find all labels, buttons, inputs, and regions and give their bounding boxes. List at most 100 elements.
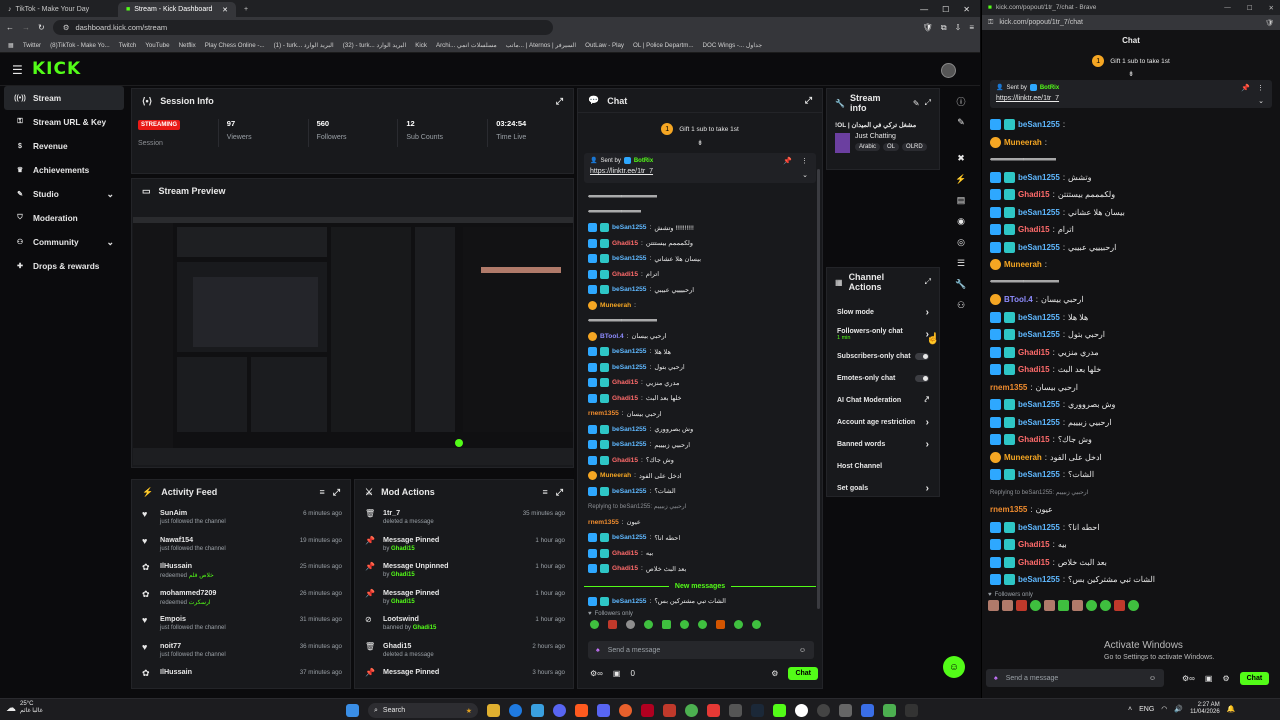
popout-icon[interactable]: ⤢ — [556, 96, 563, 107]
send-chat-button[interactable]: Chat — [1239, 672, 1270, 685]
minimize-icon[interactable]: — — [920, 5, 928, 14]
clipboard-icon[interactable]: ▤ — [953, 192, 969, 208]
emote-icon[interactable] — [662, 620, 671, 629]
gift-banner[interactable]: 1 Gift 1 sub to take 1st — [982, 55, 1280, 67]
chat-username[interactable]: beSan1255 — [612, 534, 646, 541]
chevron-down-icon[interactable]: ⌄ — [1258, 97, 1264, 105]
emote-icon[interactable] — [1072, 599, 1083, 611]
channel-action-banned-words[interactable]: Banned words › — [827, 433, 939, 455]
close-window-icon[interactable]: ✕ — [1269, 4, 1274, 12]
channel-action-emotes-only-chat[interactable]: Emotes-only chat — [827, 367, 939, 389]
app-icon[interactable] — [619, 704, 632, 717]
chat-username[interactable]: beSan1255 — [1018, 470, 1060, 479]
more-icon[interactable]: ⋮ — [801, 157, 808, 165]
channel-action-slow-mode[interactable]: Slow mode › — [827, 301, 939, 323]
more-icon[interactable]: ⋮ — [1257, 84, 1264, 92]
tag[interactable]: OLRD — [902, 143, 927, 151]
discord-2-icon[interactable] — [597, 704, 610, 717]
activity-username[interactable]: IlHussain — [160, 561, 214, 570]
emote-icon[interactable] — [1086, 599, 1097, 611]
sidebar-item-revenue[interactable]: $ Revenue — [0, 134, 128, 158]
app-10-icon[interactable] — [905, 704, 918, 717]
forward-icon[interactable]: → — [22, 23, 30, 32]
chat-username[interactable]: Ghadi15 — [612, 379, 638, 386]
hamburger-menu-icon[interactable]: ☰ — [12, 63, 23, 77]
chrome-icon[interactable] — [685, 704, 698, 717]
emote-icon[interactable] — [752, 620, 761, 629]
gift-box-icon[interactable]: ▣ — [1205, 674, 1213, 683]
bookmark-item[interactable]: DOC Wings -... جداول — [703, 42, 763, 49]
stream-preview-video[interactable] — [133, 217, 573, 465]
channel-action-set-goals[interactable]: Set goals › — [827, 477, 939, 499]
chat-username[interactable]: beSan1255 — [612, 426, 646, 433]
chat-username[interactable]: Ghadi15 — [1018, 365, 1050, 374]
chat-username[interactable]: rnem1355 — [990, 383, 1027, 392]
tag[interactable]: Arabic — [855, 143, 881, 151]
app-2-icon[interactable] — [641, 704, 654, 717]
app-8-icon[interactable] — [861, 704, 874, 717]
emote-icon[interactable] — [590, 620, 599, 629]
download-icon[interactable]: ⇩ — [955, 23, 962, 32]
popout-icon[interactable]: ⤢ — [925, 277, 931, 287]
emote-icon[interactable] — [716, 620, 725, 629]
steam-icon[interactable] — [751, 704, 764, 717]
collapse-icon[interactable]: ⇟ — [982, 70, 1280, 78]
chat-username[interactable]: beSan1255 — [612, 488, 646, 495]
maximize-icon[interactable]: ☐ — [1247, 4, 1253, 12]
menu-icon[interactable]: ≡ — [969, 23, 974, 32]
chat-username[interactable]: Muneerah — [600, 472, 631, 479]
chat-username[interactable]: Ghadi15 — [1018, 225, 1050, 234]
mod-action-title[interactable]: 1tr_7 — [383, 508, 434, 517]
edit-icon[interactable]: ✎ — [913, 99, 920, 108]
bookmark-item[interactable]: YouTube — [145, 42, 169, 49]
emote-icon[interactable] — [734, 620, 743, 629]
site-info-icon[interactable]: ⚙ — [63, 23, 70, 32]
bookmark-item[interactable]: Twitch — [119, 42, 137, 49]
chat-scrollbar[interactable] — [817, 169, 820, 609]
moderator-name[interactable]: Ghadi15 — [389, 599, 415, 605]
moderator-name[interactable]: Ghadi15 — [389, 572, 415, 578]
chat-username[interactable]: beSan1255 — [1018, 575, 1060, 584]
chat-username[interactable]: rnem1355 — [990, 505, 1027, 514]
notification-icon[interactable]: 🔔 — [1227, 705, 1236, 713]
mod-action-title[interactable]: Message Pinned — [383, 667, 439, 676]
bookmark-item[interactable]: Play Chess Online -... — [205, 42, 265, 49]
mod-action-title[interactable]: Lootswind — [383, 614, 436, 623]
chat-username[interactable]: Muneerah — [1004, 453, 1042, 462]
taskbar-search[interactable]: ⌕ Search ★ — [368, 703, 478, 718]
sidebar-item-drops-rewards[interactable]: ✚ Drops & rewards — [0, 254, 128, 278]
sidebar-item-moderation[interactable]: ⛉ Moderation — [0, 206, 128, 230]
popout-icon[interactable]: ⤢ — [333, 487, 340, 498]
chat-username[interactable]: beSan1255 — [1018, 243, 1060, 252]
mod-action-title[interactable]: Message Pinned — [383, 588, 439, 597]
sidebar-item-community[interactable]: ⚇ Community ⌄ — [0, 230, 128, 254]
volume-icon[interactable]: 🔊 — [1174, 705, 1183, 713]
chat-username[interactable]: Ghadi15 — [612, 271, 638, 278]
activity-username[interactable]: Empois — [160, 614, 226, 623]
chat-username[interactable]: Ghadi15 — [1018, 190, 1050, 199]
sidebar-item-stream-url-key[interactable]: ⚿ Stream URL & Key — [0, 110, 128, 134]
file-explorer-icon[interactable] — [487, 704, 500, 717]
settings-icon[interactable]: ⚙∞ — [1182, 674, 1195, 683]
emote-icon[interactable] — [626, 620, 635, 629]
weather-widget[interactable]: ☁ 25°C غالبا غائم — [6, 701, 43, 715]
avatar[interactable] — [941, 63, 956, 78]
tag[interactable]: OL — [883, 143, 900, 151]
emote-icon[interactable] — [1002, 599, 1013, 611]
toggle-switch[interactable] — [915, 352, 929, 360]
chat-username[interactable]: rnem1355 — [588, 519, 619, 526]
channel-action-account-age-restriction[interactable]: Account age restriction › — [827, 411, 939, 433]
mod-action-title[interactable]: Message Unpinned — [383, 561, 449, 570]
popout-icon[interactable]: ⤢ — [925, 98, 931, 108]
pinned-link[interactable]: https://linktr.ee/1tr_7 — [590, 168, 810, 175]
activity-username[interactable]: Nawaf154 — [160, 535, 226, 544]
chat-username[interactable]: Muneerah — [600, 302, 631, 309]
mod-action-title[interactable]: Ghadi15 — [383, 641, 434, 650]
close-window-icon[interactable]: ✕ — [963, 5, 970, 14]
send-chat-button[interactable]: Chat — [788, 667, 818, 680]
chat-username[interactable]: Ghadi15 — [612, 240, 638, 247]
broadcast-icon[interactable]: ◎ — [953, 234, 969, 250]
bookmark-item[interactable]: OL | Police Departm... — [633, 42, 694, 49]
maximize-icon[interactable]: ☐ — [942, 5, 949, 14]
chat-username[interactable]: beSan1255 — [612, 598, 646, 605]
